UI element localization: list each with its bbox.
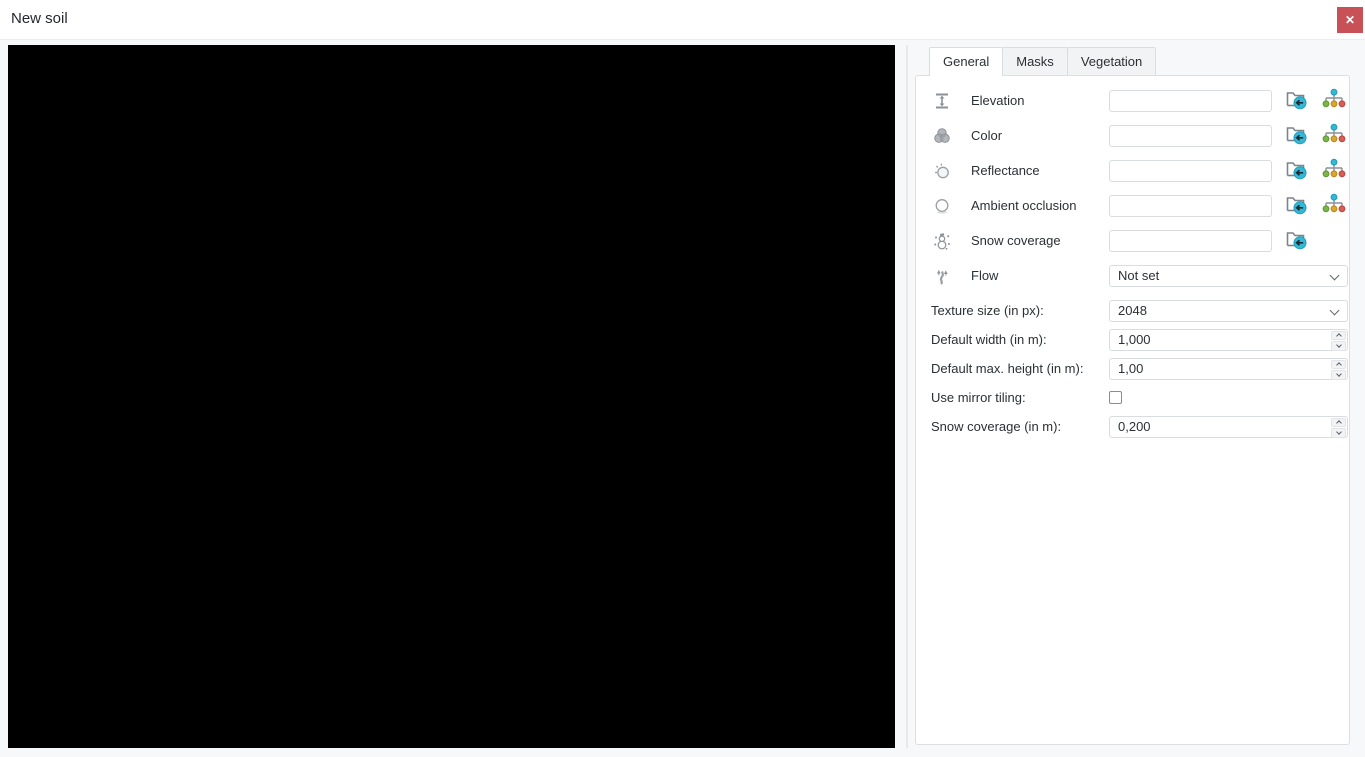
tab-bar: General Masks Vegetation [915,47,1350,76]
reflectance-graph-button[interactable] [1321,158,1346,183]
flow-select-value: Not set [1118,267,1160,283]
elevation-input[interactable] [1109,89,1272,112]
ambient-occlusion-label: Ambient occlusion [971,198,1077,213]
properties-panel: General Masks Vegetation Elevation Color [915,47,1350,745]
elevation-graph-button[interactable] [1321,88,1346,113]
tab-vegetation[interactable]: Vegetation [1066,47,1157,75]
snow-coverage-input[interactable] [1109,229,1272,252]
snow-coverage-m-increment-button[interactable] [1331,417,1346,427]
node-hierarchy-icon [1322,193,1346,218]
chevron-down-icon [1335,370,1342,377]
ambient-occlusion-graph-button[interactable] [1321,193,1346,218]
chevron-down-icon [1329,270,1340,280]
default-width-input[interactable] [1110,329,1310,350]
node-hierarchy-icon [1322,123,1346,148]
close-button[interactable]: ✕ [1337,7,1363,33]
tab-content-general: Elevation Color Reflectance Ambient occl… [915,75,1350,745]
window-title: New soil [11,10,68,27]
texture-size-label: Texture size (in px): [931,303,1044,318]
snow-coverage-m-input[interactable] [1110,416,1310,437]
node-hierarchy-icon [1322,158,1346,183]
use-mirror-tiling-checkbox[interactable] [1109,391,1122,404]
snow-coverage-m-label: Snow coverage (in m): [931,419,1062,434]
close-icon: ✕ [1344,13,1356,27]
elevation-icon [932,91,952,111]
reflectance-input[interactable] [1109,159,1272,182]
tab-masks[interactable]: Masks [1002,47,1068,75]
tab-general[interactable]: General [929,47,1004,76]
color-input[interactable] [1109,124,1272,147]
texture-row-color: Color [916,118,1349,153]
folder-import-icon [1284,193,1309,219]
ambient-occlusion-input[interactable] [1109,194,1272,217]
default-width-increment-button[interactable] [1331,330,1346,340]
chevron-down-icon [1329,305,1340,315]
snow-coverage-browse-button[interactable] [1284,229,1309,252]
field-row-default-width: Default width (in m): [916,325,1349,354]
node-hierarchy-icon [1322,88,1346,113]
soil-preview-viewport[interactable] [8,45,895,748]
default-width-decrement-button[interactable] [1331,341,1346,351]
field-row-default-max-height: Default max. height (in m): [916,354,1349,383]
default-max-height-stepper [1109,357,1348,380]
ambient-occlusion-browse-button[interactable] [1284,194,1309,217]
folder-import-icon [1284,228,1309,254]
folder-import-icon [1284,88,1309,114]
default-max-height-increment-button[interactable] [1331,359,1346,369]
snow-coverage-m-stepper [1109,415,1348,438]
color-browse-button[interactable] [1284,124,1309,147]
use-mirror-tiling-label: Use mirror tiling: [931,390,1026,405]
panel-splitter[interactable] [906,45,908,748]
flow-select[interactable]: Not set [1109,264,1348,287]
title-bar: New soil ✕ [0,0,1365,40]
field-row-texture-size: Texture size (in px): 2048 [916,296,1349,325]
chevron-down-icon [1335,341,1342,348]
texture-row-flow: Flow Not set [916,258,1349,293]
texture-row-reflectance: Reflectance [916,153,1349,188]
snow-coverage-icon [932,231,952,251]
reflectance-browse-button[interactable] [1284,159,1309,182]
flow-icon [932,266,952,286]
texture-size-value: 2048 [1118,302,1147,318]
chevron-up-icon [1335,333,1342,340]
texture-row-ambient-occlusion: Ambient occlusion [916,188,1349,223]
chevron-up-icon [1335,420,1342,427]
texture-row-snow-coverage: Snow coverage [916,223,1349,258]
field-row-use-mirror-tiling: Use mirror tiling: [916,383,1349,412]
texture-row-elevation: Elevation [916,83,1349,118]
reflectance-icon [932,161,952,181]
snow-coverage-m-decrement-button[interactable] [1331,428,1346,438]
folder-import-icon [1284,158,1309,184]
ambient-occlusion-icon [932,196,952,216]
default-width-stepper [1109,328,1348,351]
default-max-height-decrement-button[interactable] [1331,370,1346,380]
flow-label: Flow [971,268,999,283]
color-graph-button[interactable] [1321,123,1346,148]
elevation-browse-button[interactable] [1284,89,1309,112]
field-row-snow-coverage-m: Snow coverage (in m): [916,412,1349,441]
elevation-label: Elevation [971,93,1025,108]
default-width-label: Default width (in m): [931,332,1047,347]
folder-import-icon [1284,123,1309,149]
snow-coverage-label: Snow coverage [971,233,1061,248]
default-max-height-input[interactable] [1110,358,1310,379]
chevron-up-icon [1335,362,1342,369]
color-icon [932,126,952,146]
chevron-down-icon [1335,428,1342,435]
default-max-height-label: Default max. height (in m): [931,361,1084,376]
color-label: Color [971,128,1003,143]
texture-size-select[interactable]: 2048 [1109,299,1348,322]
reflectance-label: Reflectance [971,163,1040,178]
